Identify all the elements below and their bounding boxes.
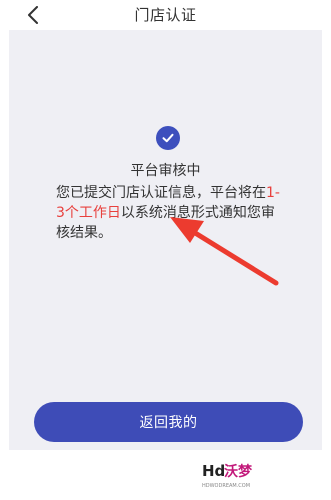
svg-text:沃梦: 沃梦 — [224, 463, 253, 480]
return-my-button[interactable]: 返回我的 — [34, 402, 303, 442]
message-highlight-workdays: 个工作日 — [64, 205, 121, 221]
nav-bar: 门店认证 — [0, 0, 331, 30]
page-title: 门店认证 — [134, 6, 197, 24]
status-title: 平台审核中 — [130, 163, 201, 179]
message-text: 您已提交门店认证信息，平台将在 — [56, 185, 266, 201]
svg-text:Hd: Hd — [202, 462, 225, 480]
red-arrow-icon — [170, 217, 279, 286]
page: 门店认证 平台审核中 您已提交门店认证信息，平台将在1-3个工作日以系统消息形式… — [0, 0, 331, 500]
watermark-logo: Hd 沃梦 HDWODREAM.COM — [202, 462, 253, 489]
check-circle-icon — [156, 126, 180, 150]
svg-text:HDWODREAM.COM: HDWODREAM.COM — [202, 483, 250, 489]
